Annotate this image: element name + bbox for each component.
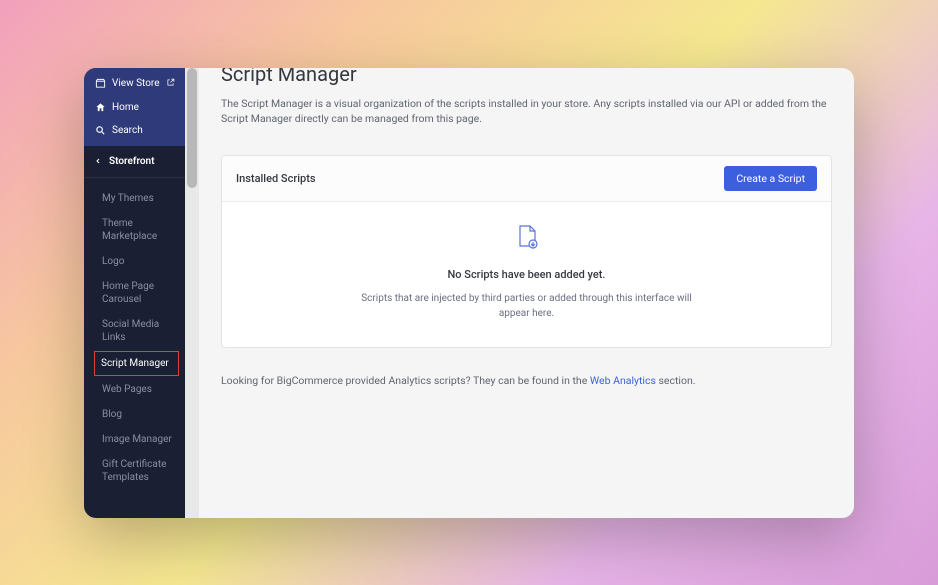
- sidebar-menu: My Themes Theme Marketplace Logo Home Pa…: [84, 178, 185, 498]
- scrollbar-thumb[interactable]: [187, 68, 197, 188]
- home-icon: [94, 102, 106, 113]
- page-description: The Script Manager is a visual organizat…: [221, 96, 832, 128]
- sidebar-item-blog[interactable]: Blog: [84, 402, 185, 427]
- store-icon: [94, 78, 106, 89]
- home-link[interactable]: Home: [84, 96, 185, 119]
- search-label: Search: [112, 125, 143, 136]
- sidebar-item-social-media-links[interactable]: Social Media Links: [84, 312, 185, 350]
- page-title: Script Manager: [221, 68, 832, 86]
- section-header-label: Storefront: [109, 156, 155, 167]
- empty-state-description: Scripts that are injected by third parti…: [357, 291, 697, 321]
- chevron-left-icon: [94, 157, 104, 165]
- sidebar-item-web-pages[interactable]: Web Pages: [84, 377, 185, 402]
- storefront-section-header[interactable]: Storefront: [84, 146, 185, 178]
- search-link[interactable]: Search: [84, 119, 185, 142]
- card-body: No Scripts have been added yet. Scripts …: [222, 202, 831, 347]
- view-store-link[interactable]: View Store: [84, 72, 185, 96]
- empty-state-title: No Scripts have been added yet.: [242, 268, 811, 281]
- app-window: View Store Home Search: [84, 68, 854, 518]
- sidebar: View Store Home Search: [84, 68, 185, 518]
- sidebar-item-my-themes[interactable]: My Themes: [84, 186, 185, 211]
- sidebar-item-home-page-carousel[interactable]: Home Page Carousel: [84, 274, 185, 312]
- external-link-icon: [166, 78, 175, 90]
- installed-scripts-card: Installed Scripts Create a Script No Scr…: [221, 155, 832, 348]
- card-header: Installed Scripts Create a Script: [222, 156, 831, 202]
- footer-help-text: Looking for BigCommerce provided Analyti…: [221, 374, 832, 387]
- view-store-label: View Store: [112, 78, 160, 89]
- card-header-title: Installed Scripts: [236, 172, 316, 185]
- scrollbar-track[interactable]: [185, 68, 199, 518]
- footer-suffix: section.: [656, 374, 696, 387]
- document-icon: [515, 224, 539, 254]
- footer-prefix: Looking for BigCommerce provided Analyti…: [221, 374, 590, 387]
- web-analytics-link[interactable]: Web Analytics: [590, 374, 656, 387]
- sidebar-item-script-manager[interactable]: Script Manager: [94, 351, 179, 376]
- search-icon: [94, 125, 106, 136]
- sidebar-item-logo[interactable]: Logo: [84, 249, 185, 274]
- sidebar-item-image-manager[interactable]: Image Manager: [84, 427, 185, 452]
- sidebar-item-gift-certificate-templates[interactable]: Gift Certificate Templates: [84, 452, 185, 490]
- sidebar-item-theme-marketplace[interactable]: Theme Marketplace: [84, 211, 185, 249]
- home-label: Home: [112, 102, 139, 113]
- main-content: Script Manager The Script Manager is a v…: [199, 68, 854, 518]
- sidebar-top-section: View Store Home Search: [84, 68, 185, 146]
- create-script-button[interactable]: Create a Script: [724, 166, 817, 191]
